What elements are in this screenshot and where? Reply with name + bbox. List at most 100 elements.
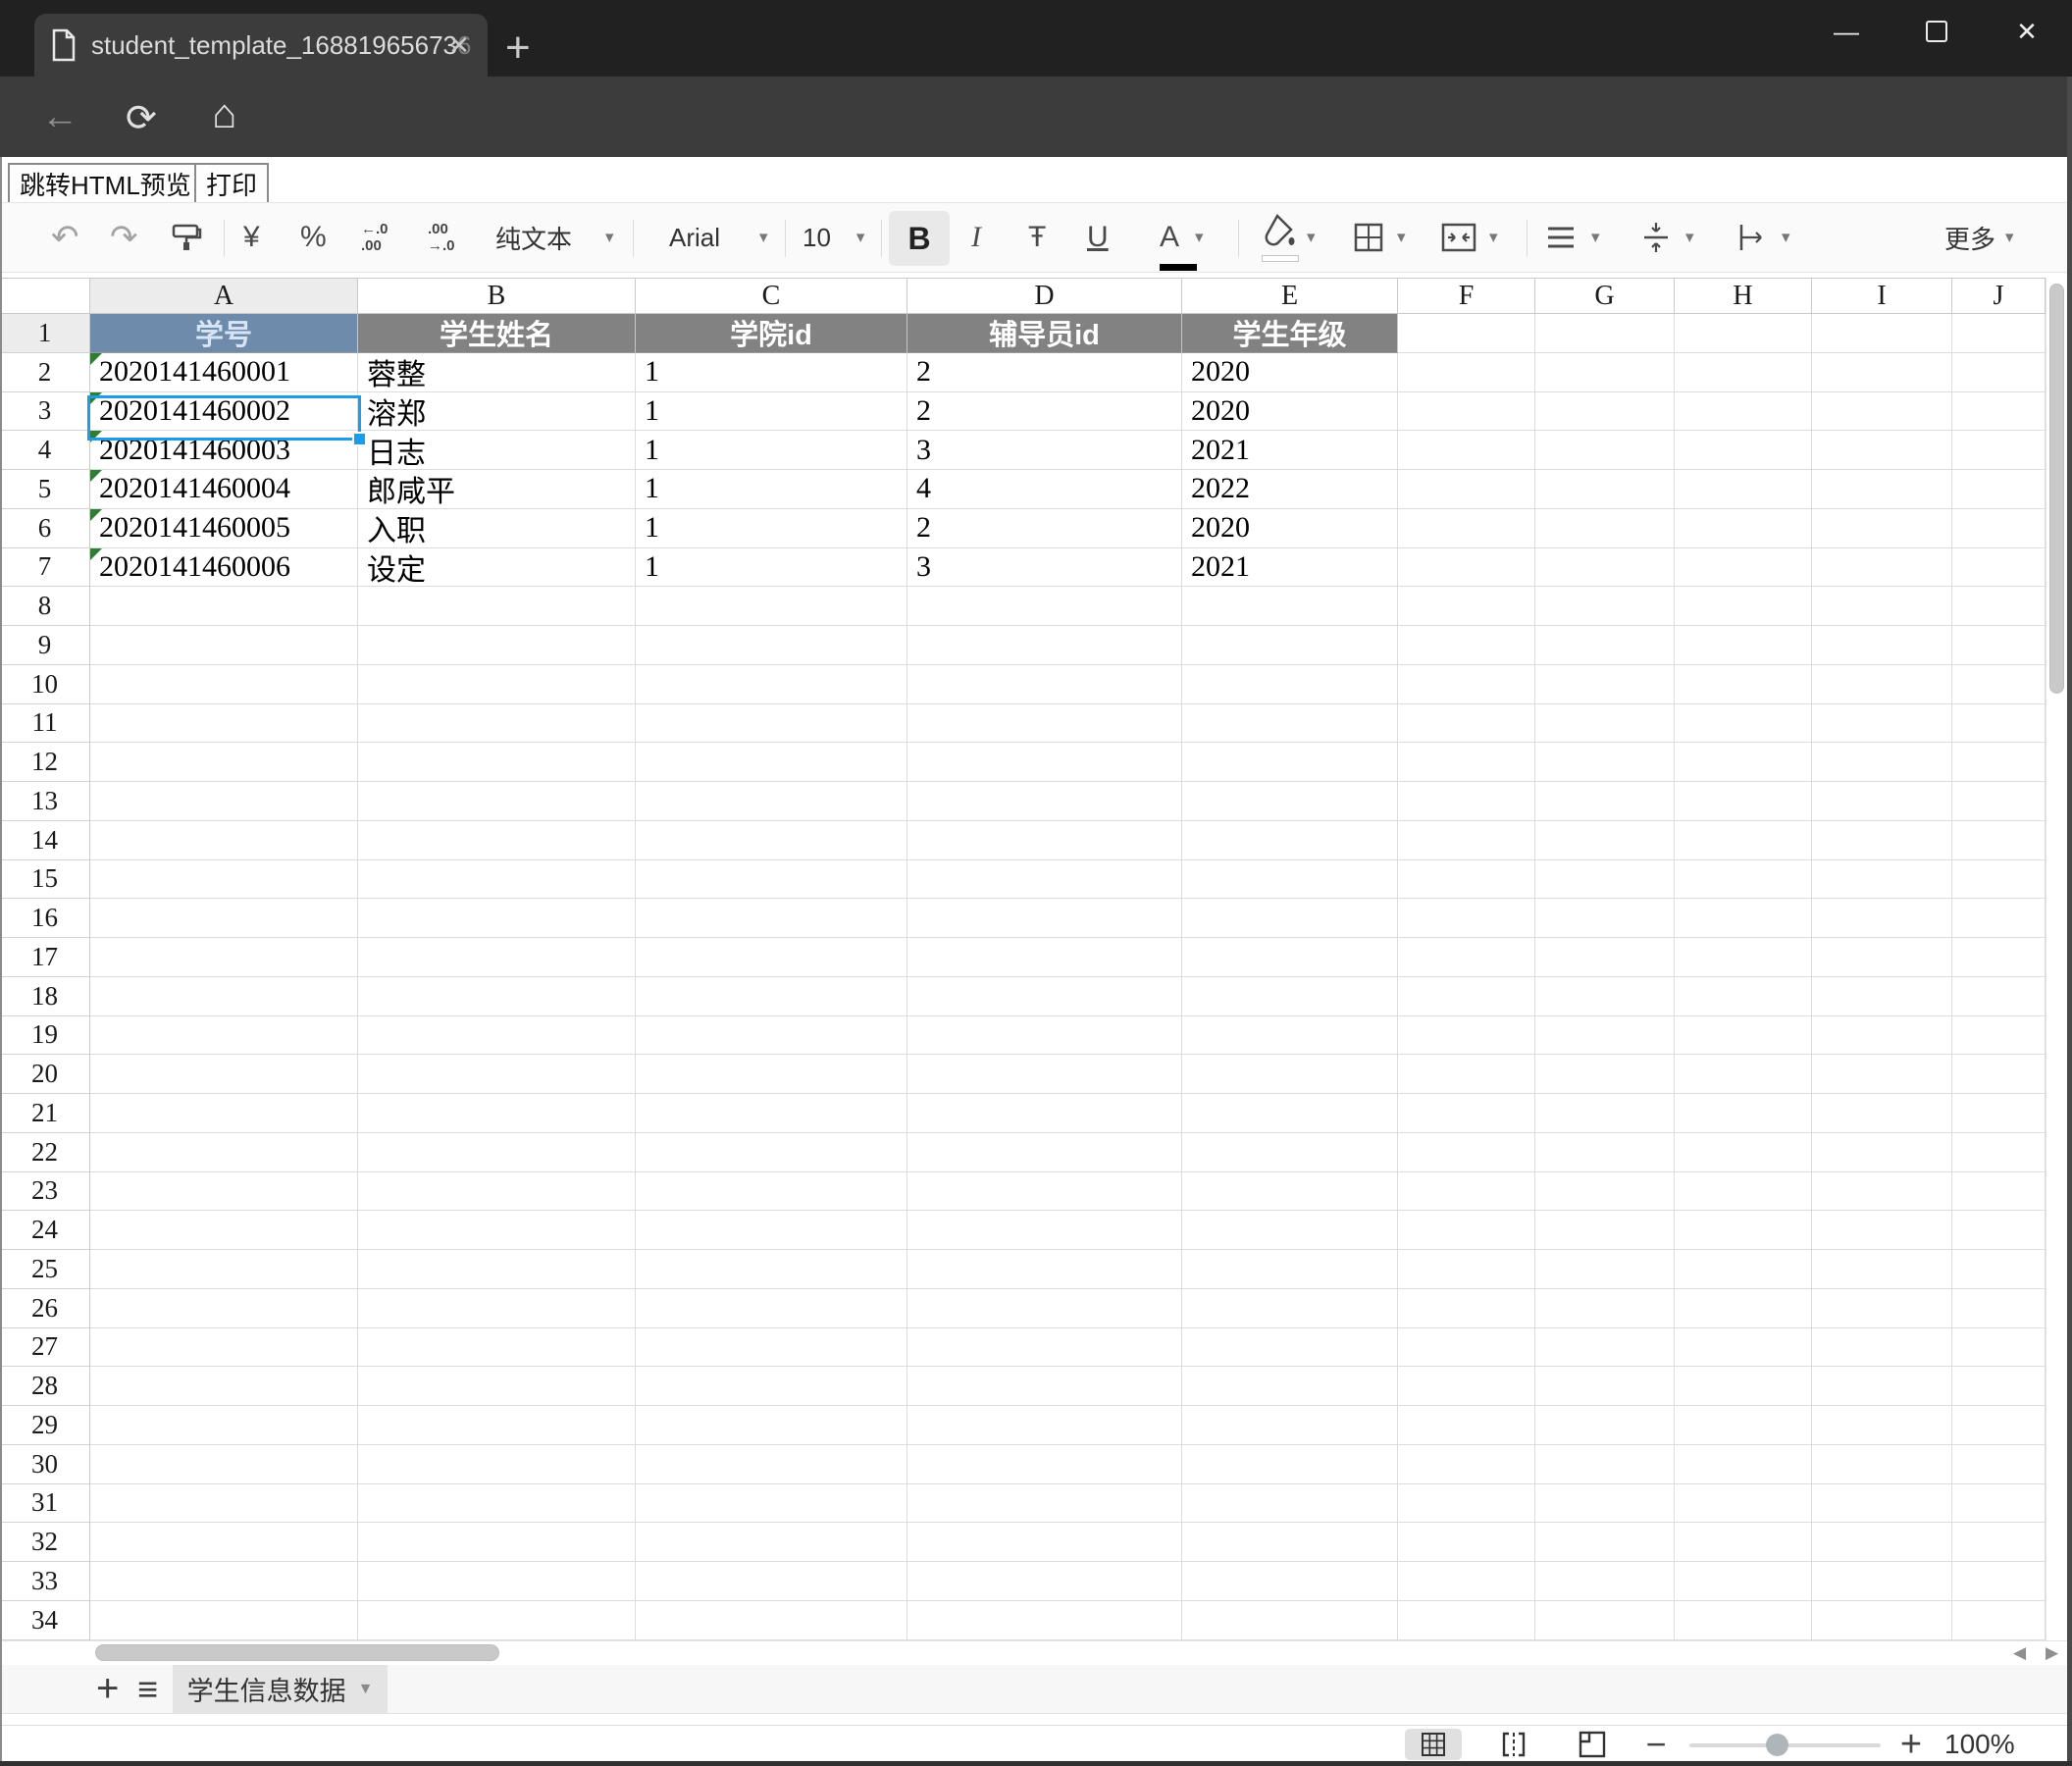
cell-B19[interactable] bbox=[358, 1016, 636, 1056]
cell-A34[interactable] bbox=[90, 1601, 358, 1640]
row-header-11[interactable]: 11 bbox=[0, 704, 90, 744]
cell-H22[interactable] bbox=[1675, 1133, 1812, 1172]
cell-D21[interactable] bbox=[907, 1094, 1182, 1133]
cell-A19[interactable] bbox=[90, 1016, 358, 1056]
cell-I3[interactable] bbox=[1812, 392, 1952, 432]
cell-I11[interactable] bbox=[1812, 704, 1952, 744]
cell-H13[interactable] bbox=[1675, 782, 1812, 821]
cell-D22[interactable] bbox=[907, 1133, 1182, 1172]
cell-H30[interactable] bbox=[1675, 1445, 1812, 1484]
cell-D24[interactable] bbox=[907, 1211, 1182, 1250]
close-window-button[interactable]: ✕ bbox=[1982, 0, 2072, 63]
cell-G33[interactable] bbox=[1535, 1562, 1675, 1601]
cell-A21[interactable] bbox=[90, 1094, 358, 1133]
cell-C18[interactable] bbox=[636, 977, 907, 1016]
italic-button[interactable]: I bbox=[971, 203, 981, 272]
cell-A24[interactable] bbox=[90, 1211, 358, 1250]
cell-J20[interactable] bbox=[1952, 1055, 2046, 1094]
cell-C10[interactable] bbox=[636, 665, 907, 704]
cell-G1[interactable] bbox=[1535, 314, 1675, 353]
fill-color-button[interactable]: ▾ bbox=[1262, 203, 1316, 272]
cell-B16[interactable] bbox=[358, 899, 636, 938]
cell-J22[interactable] bbox=[1952, 1133, 2046, 1172]
cell-F7[interactable] bbox=[1398, 548, 1535, 588]
cell-H15[interactable] bbox=[1675, 860, 1812, 900]
cell-D3[interactable]: 2 bbox=[907, 392, 1182, 432]
column-header-E[interactable]: E bbox=[1182, 278, 1398, 314]
row-header-8[interactable]: 8 bbox=[0, 587, 90, 626]
increase-decimal-icon[interactable]: .00→.0 bbox=[428, 203, 455, 272]
vertical-scrollbar[interactable]: ▲ ▼ bbox=[2046, 278, 2067, 1640]
cell-A25[interactable] bbox=[90, 1250, 358, 1289]
row-header-27[interactable]: 27 bbox=[0, 1328, 90, 1368]
cell-I22[interactable] bbox=[1812, 1133, 1952, 1172]
cell-F28[interactable] bbox=[1398, 1367, 1535, 1406]
cell-C22[interactable] bbox=[636, 1133, 907, 1172]
cell-E27[interactable] bbox=[1182, 1328, 1398, 1368]
cell-A29[interactable] bbox=[90, 1406, 358, 1445]
column-header-A[interactable]: A bbox=[90, 278, 358, 314]
row-header-29[interactable]: 29 bbox=[0, 1406, 90, 1445]
underline-button[interactable]: U bbox=[1087, 203, 1109, 272]
cell-C16[interactable] bbox=[636, 899, 907, 938]
cell-G27[interactable] bbox=[1535, 1328, 1675, 1368]
cell-I7[interactable] bbox=[1812, 548, 1952, 588]
cell-G12[interactable] bbox=[1535, 743, 1675, 782]
cell-B7[interactable]: 设定 bbox=[358, 548, 636, 588]
row-header-3[interactable]: 3 bbox=[0, 392, 90, 432]
cell-A10[interactable] bbox=[90, 665, 358, 704]
cell-F15[interactable] bbox=[1398, 860, 1535, 900]
minimize-button[interactable]: — bbox=[1801, 0, 1891, 63]
jump-html-preview-button[interactable]: 跳转HTML预览 bbox=[8, 163, 203, 204]
cell-H3[interactable] bbox=[1675, 392, 1812, 432]
cell-B23[interactable] bbox=[358, 1172, 636, 1212]
row-header-28[interactable]: 28 bbox=[0, 1367, 90, 1406]
cell-F17[interactable] bbox=[1398, 938, 1535, 977]
cell-B1[interactable]: 学生姓名 bbox=[358, 314, 636, 353]
sheet-list-icon[interactable]: ≡ bbox=[137, 1669, 158, 1710]
row-header-15[interactable]: 15 bbox=[0, 860, 90, 900]
row-header-17[interactable]: 17 bbox=[0, 938, 90, 977]
cell-I19[interactable] bbox=[1812, 1016, 1952, 1056]
cell-C28[interactable] bbox=[636, 1367, 907, 1406]
cell-D27[interactable] bbox=[907, 1328, 1182, 1368]
row-header-23[interactable]: 23 bbox=[0, 1172, 90, 1212]
zoom-slider-thumb[interactable] bbox=[1766, 1734, 1788, 1756]
row-header-1[interactable]: 1 bbox=[0, 314, 90, 353]
row-header-34[interactable]: 34 bbox=[0, 1601, 90, 1640]
cell-B22[interactable] bbox=[358, 1133, 636, 1172]
cell-F18[interactable] bbox=[1398, 977, 1535, 1016]
cell-B31[interactable] bbox=[358, 1484, 636, 1524]
cell-C21[interactable] bbox=[636, 1094, 907, 1133]
cell-B21[interactable] bbox=[358, 1094, 636, 1133]
cell-D14[interactable] bbox=[907, 821, 1182, 860]
cell-I21[interactable] bbox=[1812, 1094, 1952, 1133]
cell-B14[interactable] bbox=[358, 821, 636, 860]
cell-E9[interactable] bbox=[1182, 626, 1398, 665]
cell-A26[interactable] bbox=[90, 1289, 358, 1328]
cell-E13[interactable] bbox=[1182, 782, 1398, 821]
cell-H34[interactable] bbox=[1675, 1601, 1812, 1640]
cell-D5[interactable]: 4 bbox=[907, 470, 1182, 509]
row-header-20[interactable]: 20 bbox=[0, 1055, 90, 1094]
cell-J12[interactable] bbox=[1952, 743, 2046, 782]
horizontal-scrollbar-thumb[interactable] bbox=[95, 1644, 499, 1661]
cell-C20[interactable] bbox=[636, 1055, 907, 1094]
sheet-tab-active[interactable]: 学生信息数据 ▼ bbox=[173, 1665, 388, 1713]
cell-B9[interactable] bbox=[358, 626, 636, 665]
cell-H26[interactable] bbox=[1675, 1289, 1812, 1328]
cell-H6[interactable] bbox=[1675, 509, 1812, 548]
cell-A1[interactable]: 学号 bbox=[90, 314, 358, 353]
cell-B24[interactable] bbox=[358, 1211, 636, 1250]
sheet-menu-caret-icon[interactable]: ▼ bbox=[358, 1681, 374, 1698]
row-header-31[interactable]: 31 bbox=[0, 1484, 90, 1524]
cell-I12[interactable] bbox=[1812, 743, 1952, 782]
cell-C9[interactable] bbox=[636, 626, 907, 665]
row-header-32[interactable]: 32 bbox=[0, 1523, 90, 1562]
cell-A12[interactable] bbox=[90, 743, 358, 782]
cell-J32[interactable] bbox=[1952, 1523, 2046, 1562]
cell-J14[interactable] bbox=[1952, 821, 2046, 860]
cell-E3[interactable]: 2020 bbox=[1182, 392, 1398, 432]
text-wrap-button[interactable]: ▾ bbox=[1735, 203, 1790, 272]
cell-C14[interactable] bbox=[636, 821, 907, 860]
